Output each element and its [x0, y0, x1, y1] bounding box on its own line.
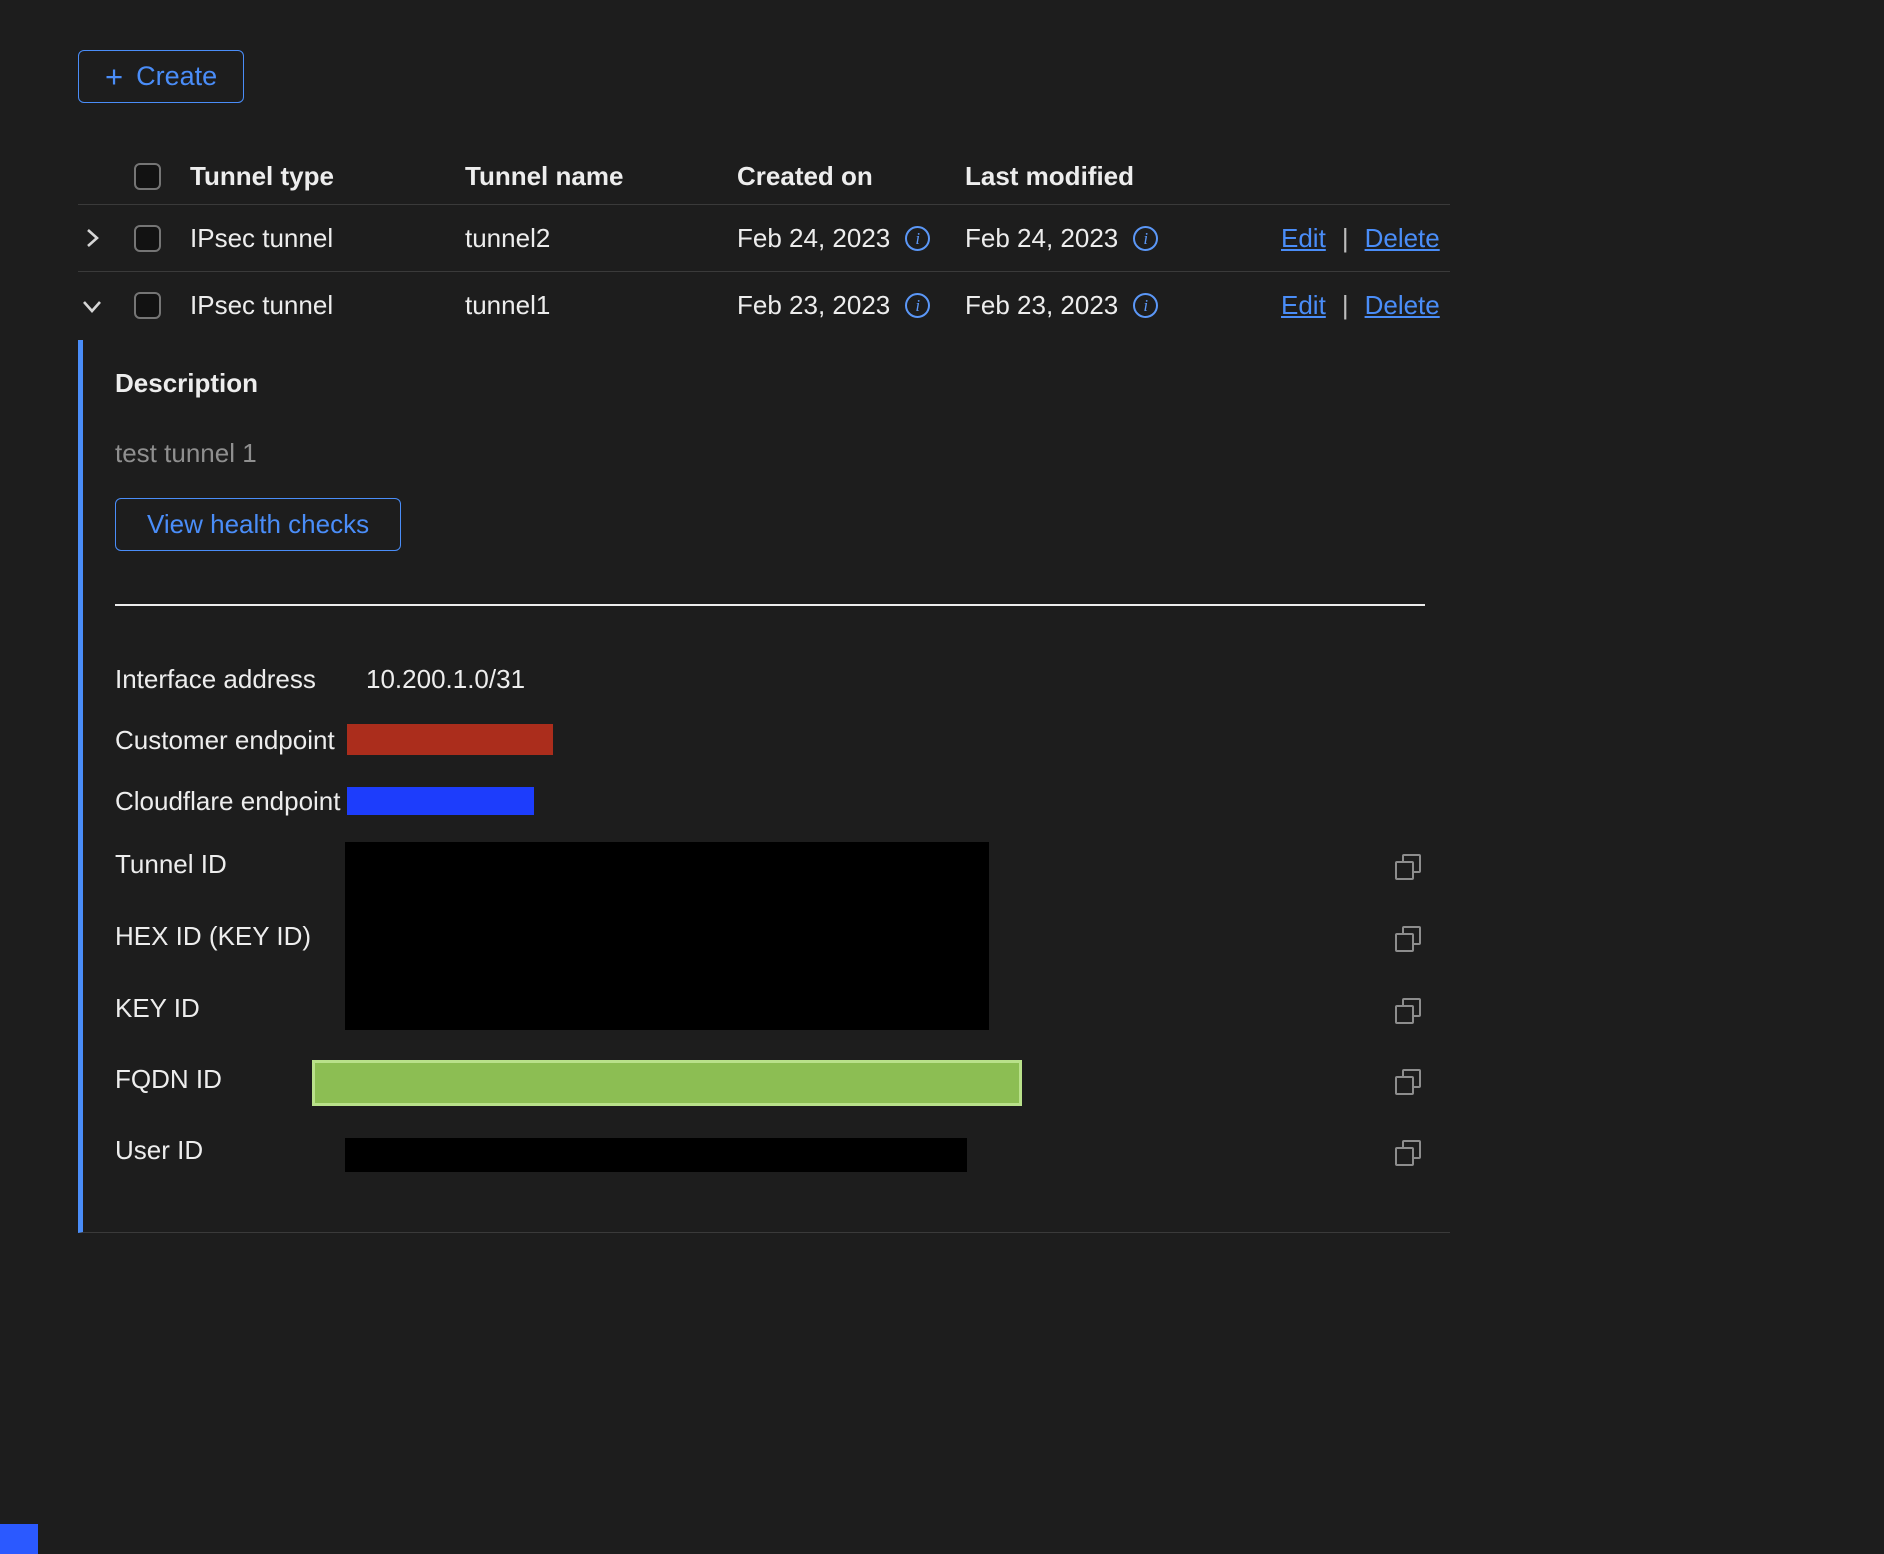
bottom-left-partial-element — [0, 1524, 38, 1554]
select-all-checkbox[interactable] — [134, 163, 161, 190]
field-value-interface-address: 10.200.1.0/31 — [366, 664, 525, 695]
copy-icon — [1395, 998, 1421, 1024]
info-icon[interactable]: i — [905, 226, 930, 251]
cell-last-modified: Feb 24, 2023 — [965, 223, 1118, 254]
table-row: IPsec tunnel tunnel1 Feb 23, 2023 i Feb … — [78, 272, 1450, 339]
header-tunnel-name: Tunnel name — [465, 161, 737, 192]
create-button[interactable]: + Create — [78, 50, 244, 103]
cell-tunnel-type: IPsec tunnel — [190, 290, 465, 321]
edit-link[interactable]: Edit — [1281, 290, 1326, 321]
row-checkbox[interactable] — [134, 292, 161, 319]
copy-icon — [1395, 1140, 1421, 1166]
field-label-tunnel-id: Tunnel ID — [115, 849, 227, 880]
chevron-right-icon — [81, 227, 103, 249]
copy-tunnel-id-button[interactable] — [1395, 854, 1421, 880]
expand-row-button[interactable] — [78, 224, 106, 252]
copy-icon — [1395, 854, 1421, 880]
create-button-label: Create — [136, 61, 217, 92]
action-separator: | — [1342, 290, 1349, 321]
action-separator: | — [1342, 223, 1349, 254]
description-heading: Description — [115, 368, 258, 399]
collapse-row-button[interactable] — [78, 292, 106, 320]
field-label-cloudflare-endpoint: Cloudflare endpoint — [115, 786, 341, 817]
copy-user-id-button[interactable] — [1395, 1140, 1421, 1166]
tunnel-detail-panel: Description test tunnel 1 View health ch… — [78, 340, 1450, 1233]
plus-icon: + — [105, 61, 123, 92]
tunnels-table: Tunnel type Tunnel name Created on Last … — [78, 148, 1450, 339]
field-label-fqdn-id: FQDN ID — [115, 1064, 222, 1095]
copy-fqdn-id-button[interactable] — [1395, 1069, 1421, 1095]
delete-link[interactable]: Delete — [1365, 223, 1440, 254]
cell-last-modified: Feb 23, 2023 — [965, 290, 1118, 321]
redacted-cloudflare-endpoint — [347, 787, 534, 815]
info-icon[interactable]: i — [1133, 226, 1158, 251]
row-checkbox[interactable] — [134, 225, 161, 252]
redacted-tunnel-ids — [345, 842, 989, 1030]
info-icon[interactable]: i — [1133, 293, 1158, 318]
redacted-customer-endpoint — [347, 724, 553, 755]
section-divider — [115, 604, 1425, 606]
copy-icon — [1395, 926, 1421, 952]
chevron-down-icon — [81, 295, 103, 317]
field-label-interface-address: Interface address — [115, 664, 316, 695]
field-label-key-id: KEY ID — [115, 993, 200, 1024]
copy-icon — [1395, 1069, 1421, 1095]
info-icon[interactable]: i — [905, 293, 930, 318]
redacted-fqdn-id — [312, 1060, 1022, 1106]
header-last-modified: Last modified — [965, 161, 1281, 192]
table-row: IPsec tunnel tunnel2 Feb 24, 2023 i Feb … — [78, 205, 1450, 272]
cell-tunnel-name: tunnel1 — [465, 290, 737, 321]
table-header-row: Tunnel type Tunnel name Created on Last … — [78, 148, 1450, 205]
field-label-user-id: User ID — [115, 1135, 203, 1166]
copy-hex-id-button[interactable] — [1395, 926, 1421, 952]
description-value: test tunnel 1 — [115, 438, 257, 469]
redacted-user-id — [345, 1138, 967, 1172]
header-created-on: Created on — [737, 161, 965, 192]
edit-link[interactable]: Edit — [1281, 223, 1326, 254]
field-label-customer-endpoint: Customer endpoint — [115, 725, 335, 756]
cell-tunnel-type: IPsec tunnel — [190, 223, 465, 254]
copy-key-id-button[interactable] — [1395, 998, 1421, 1024]
field-label-hex-id: HEX ID (KEY ID) — [115, 921, 311, 952]
cell-tunnel-name: tunnel2 — [465, 223, 737, 254]
view-health-checks-label: View health checks — [147, 509, 369, 540]
view-health-checks-button[interactable]: View health checks — [115, 498, 401, 551]
header-tunnel-type: Tunnel type — [190, 161, 465, 192]
cell-created-on: Feb 23, 2023 — [737, 290, 890, 321]
delete-link[interactable]: Delete — [1365, 290, 1440, 321]
cell-created-on: Feb 24, 2023 — [737, 223, 890, 254]
